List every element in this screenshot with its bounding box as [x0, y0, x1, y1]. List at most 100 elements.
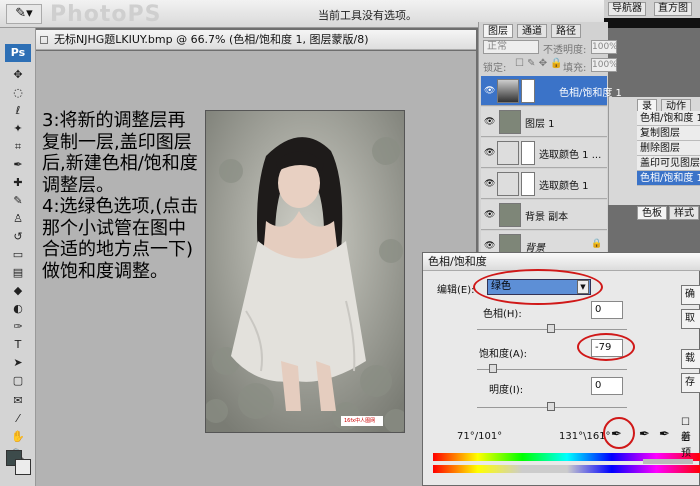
- ps-logo: Ps: [5, 44, 31, 62]
- opacity-field[interactable]: 100%: [591, 40, 618, 54]
- highlight-ring: [603, 417, 635, 449]
- tab-paths[interactable]: 路径: [551, 24, 581, 38]
- history-item[interactable]: 盖印可见图层: [637, 156, 700, 171]
- image-thumb: [499, 203, 521, 227]
- close-icon[interactable]: [40, 36, 48, 44]
- layer-name: 图层 1: [525, 119, 555, 130]
- brush-tool-icon[interactable]: ✎: [7, 192, 29, 209]
- document-tab[interactable]: 无标NJHG题LKIUY.bmp @ 66.7% (色相/饱和度 1, 图层蒙版…: [36, 30, 476, 50]
- lock-label: 锁定:: [483, 63, 507, 74]
- tools-panel: Ps ✥ ◌ ℓ ✦ ⌗ ✒ ✚ ✎ ♙ ↺ ▭ ▤ ◆ ◐ ✑ T ➤ ▢ ✉…: [0, 28, 36, 486]
- saturation-slider-handle[interactable]: [489, 364, 497, 373]
- preview-label: 预: [681, 448, 691, 459]
- layer-row-background-copy[interactable]: 👁 背景 副本: [481, 200, 607, 230]
- hue-bar-bottom: [433, 465, 700, 473]
- brush-tool-icon[interactable]: ✎▾: [6, 4, 42, 24]
- hue-slider-handle[interactable]: [547, 324, 555, 333]
- layer-name: 选取颜色 1 ...: [539, 150, 602, 161]
- adjustment-thumb-icon: [497, 79, 519, 103]
- mask-thumb: [521, 141, 535, 165]
- eye-icon[interactable]: 👁: [484, 179, 495, 189]
- layer-row-hue-sat-1[interactable]: 👁 色相/饱和度 1: [481, 76, 622, 106]
- tab-layers[interactable]: 图层: [483, 24, 513, 38]
- tab-styles[interactable]: 样式: [669, 206, 699, 220]
- eyedropper-plus-icon[interactable]: ✒: [639, 427, 650, 442]
- eye-icon[interactable]: 👁: [484, 148, 495, 158]
- photo-image[interactable]: 16fx中人图网: [205, 110, 405, 433]
- preview-checkbox[interactable]: ☑ 预: [681, 433, 699, 459]
- history-item-selected[interactable]: 色相/饱和度 1: [637, 171, 700, 186]
- notes-tool-icon[interactable]: ✉: [7, 392, 29, 409]
- history-item[interactable]: 删除图层: [637, 141, 700, 156]
- eraser-tool-icon[interactable]: ▭: [7, 246, 29, 263]
- dodge-tool-icon[interactable]: ◐: [7, 300, 29, 317]
- adjustment-thumb-icon: [497, 141, 519, 165]
- history-item[interactable]: 复制图层: [637, 126, 700, 141]
- lightness-slider-handle[interactable]: [547, 402, 555, 411]
- tab-swatches[interactable]: 色板: [637, 206, 667, 220]
- blend-mode-select[interactable]: 正常: [483, 40, 539, 54]
- move-tool-icon[interactable]: ✥: [7, 66, 29, 83]
- tab-channels[interactable]: 通道: [517, 24, 547, 38]
- lightness-label: 明度(I):: [489, 385, 524, 396]
- crop-tool-icon[interactable]: ⌗: [7, 138, 29, 155]
- blur-tool-icon[interactable]: ◆: [7, 282, 29, 299]
- instruction-text: 3:将新的调整层再复制一层,盖印图层后,新建色相/饱和度调整层。 4:选绿色选项…: [42, 110, 199, 282]
- lock-icon: 🔒: [591, 239, 603, 249]
- range-slider[interactable]: [643, 459, 693, 464]
- tab-histogram[interactable]: 直方图: [654, 2, 692, 16]
- watermark-logo: PhotoPS: [50, 2, 162, 27]
- ok-button[interactable]: 确: [681, 285, 700, 305]
- fill-label: 填充:: [563, 63, 587, 74]
- type-tool-icon[interactable]: T: [7, 336, 29, 353]
- lock-icons[interactable]: ☐ ✎ ✥ 🔒: [515, 58, 563, 69]
- layer-row-layer-1[interactable]: 👁 图层 1: [481, 107, 607, 137]
- navigator-preview: [604, 18, 700, 28]
- eye-icon[interactable]: 👁: [484, 241, 495, 251]
- gradient-tool-icon[interactable]: ▤: [7, 264, 29, 281]
- mask-thumb: [521, 79, 535, 103]
- top-panel-tabs: 导航器 直方图: [604, 0, 700, 28]
- highlight-ring: [473, 269, 603, 305]
- hand-tool-icon[interactable]: ✋: [7, 428, 29, 445]
- saturation-slider[interactable]: [477, 369, 627, 370]
- eyedropper-2-tool-icon[interactable]: ⁄: [7, 410, 29, 427]
- eyedropper-tool-icon[interactable]: ✒: [7, 156, 29, 173]
- opacity-label: 不透明度:: [543, 45, 587, 56]
- path-select-tool-icon[interactable]: ➤: [7, 354, 29, 371]
- highlight-ring: [577, 333, 635, 361]
- history-brush-tool-icon[interactable]: ↺: [7, 228, 29, 245]
- hue-field[interactable]: 0: [591, 301, 623, 319]
- lasso-tool-icon[interactable]: ℓ: [7, 102, 29, 119]
- layer-row-selective-color-copy[interactable]: 👁 选取颜色 1 ...: [481, 138, 607, 168]
- load-button[interactable]: 载: [681, 349, 700, 369]
- document-title: 无标NJHG题LKIUY.bmp @ 66.7% (色相/饱和度 1, 图层蒙版…: [54, 33, 369, 46]
- tool-status-text: 当前工具没有选项。: [318, 9, 417, 22]
- history-item[interactable]: 色相/饱和度 1: [637, 111, 700, 126]
- image-thumb: [499, 110, 521, 134]
- healing-tool-icon[interactable]: ✚: [7, 174, 29, 191]
- dialog-title: 色相/饱和度: [423, 253, 700, 271]
- layer-row-selective-color[interactable]: 👁 选取颜色 1: [481, 169, 607, 199]
- shape-tool-icon[interactable]: ▢: [7, 372, 29, 389]
- lightness-field[interactable]: 0: [591, 377, 623, 395]
- cancel-button[interactable]: 取: [681, 309, 700, 329]
- fill-field[interactable]: 100%: [591, 58, 618, 72]
- background-color-swatch[interactable]: [15, 459, 31, 475]
- eye-icon[interactable]: 👁: [484, 86, 495, 96]
- save-button[interactable]: 存: [681, 373, 700, 393]
- eyedropper-minus-icon[interactable]: ✒: [659, 427, 670, 442]
- hue-label: 色相(H):: [483, 309, 522, 320]
- edit-label: 编辑(E):: [437, 285, 475, 296]
- marquee-tool-icon[interactable]: ◌: [7, 84, 29, 101]
- magic-wand-tool-icon[interactable]: ✦: [7, 120, 29, 137]
- adjustment-thumb-icon: [497, 172, 519, 196]
- pen-tool-icon[interactable]: ✑: [7, 318, 29, 335]
- layer-name: 背景 副本: [525, 212, 569, 223]
- saturation-label: 饱和度(A):: [479, 349, 528, 360]
- photo-watermark: 16fx中人图网: [344, 418, 376, 424]
- eye-icon[interactable]: 👁: [484, 117, 495, 127]
- stamp-tool-icon[interactable]: ♙: [7, 210, 29, 227]
- eye-icon[interactable]: 👁: [484, 210, 495, 220]
- tab-navigator[interactable]: 导航器: [608, 2, 646, 16]
